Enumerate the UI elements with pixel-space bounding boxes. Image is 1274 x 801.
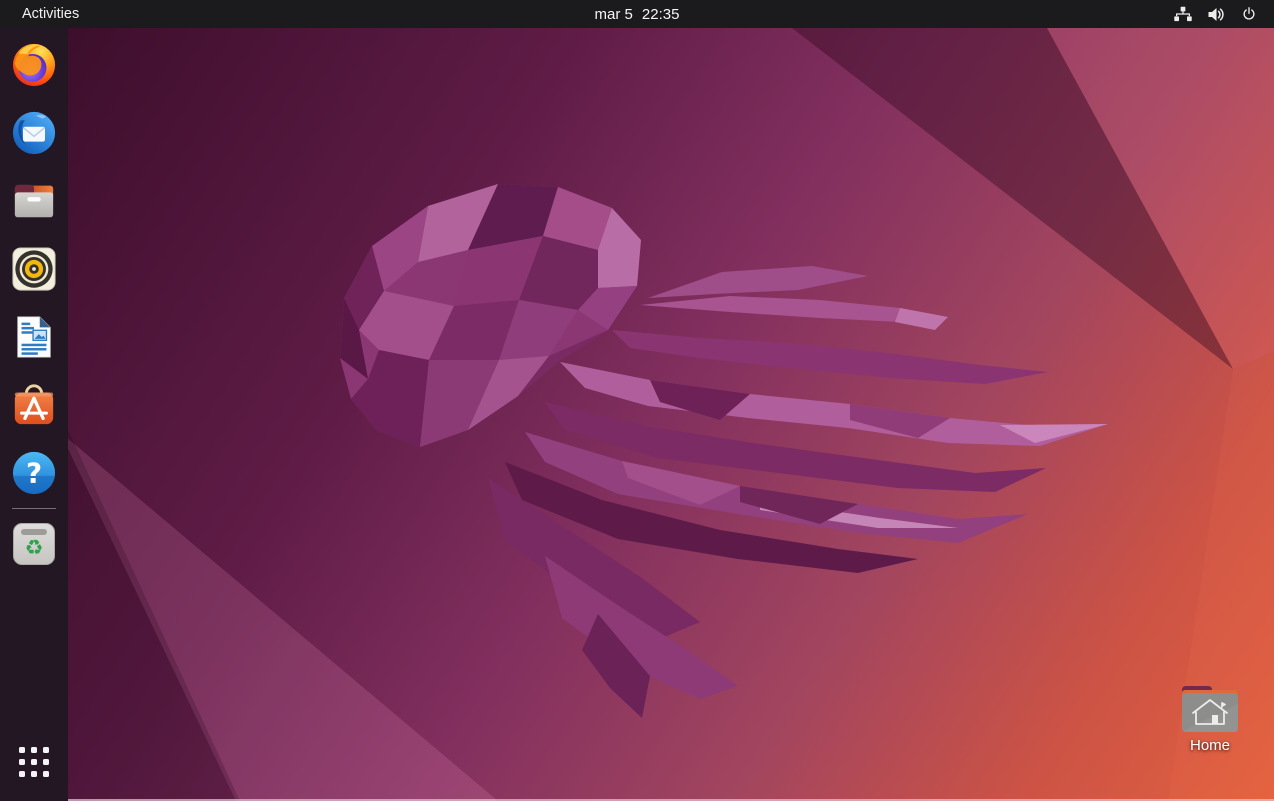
network-icon[interactable] [1173,5,1193,23]
dock-item-help[interactable]: ? [10,449,58,497]
desktop: Home [68,28,1274,801]
power-icon[interactable] [1240,5,1258,23]
trash-lid [21,529,47,535]
dock-separator [12,508,56,509]
system-status-area[interactable] [1165,0,1266,28]
show-applications-icon [19,747,50,778]
dock-item-files[interactable] [10,177,58,225]
home-folder-icon [1181,682,1239,734]
dock-item-ubuntu-software[interactable] [10,381,58,429]
dock-item-thunderbird[interactable] [10,109,58,157]
top-bar: Activities mar 5 22:35 [0,0,1274,28]
dock-item-firefox[interactable] [10,41,58,89]
clock-button[interactable]: mar 5 22:35 [595,6,680,23]
trash-icon: ♻ [13,523,55,565]
activities-button[interactable]: Activities [14,4,87,24]
help-question-glyph: ? [26,457,42,490]
wallpaper-jellyfish [68,28,1274,801]
dock: ? ♻ [0,28,68,801]
clock-date: mar 5 [595,6,633,23]
dock-item-rhythmbox[interactable] [10,245,58,293]
dock-item-libreoffice-writer[interactable] [10,313,58,361]
show-applications-button[interactable] [10,738,58,786]
clock-time: 22:35 [642,6,680,23]
recycle-icon: ♻ [25,538,44,559]
home-icon-label: Home [1190,737,1230,754]
volume-icon[interactable] [1207,6,1226,23]
dock-item-trash[interactable]: ♻ [10,520,58,568]
desktop-icon-home[interactable]: Home [1150,682,1270,754]
